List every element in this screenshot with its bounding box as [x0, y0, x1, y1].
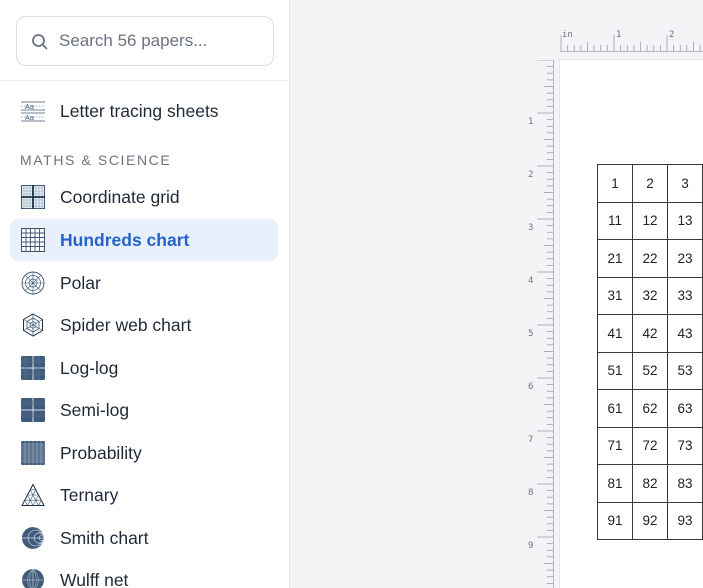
grid-cell: 72: [632, 426, 668, 465]
grid-cell: 71: [597, 426, 633, 465]
grid-cell: 33: [667, 276, 703, 315]
sidebar-item-smith-chart[interactable]: Smith chart: [10, 517, 278, 559]
ruler-v-label: 7: [528, 435, 533, 445]
hundreds-chart-icon: [21, 228, 45, 252]
grid-row: 41 42 43: [597, 314, 703, 353]
letter-tracing-icon: Aa Aa: [21, 101, 45, 122]
grid-cell: 91: [597, 501, 633, 540]
horizontal-ruler: in 1 2: [560, 30, 703, 52]
sidebar-item-wulff-net[interactable]: Wulff net: [10, 559, 278, 588]
grid-row: 51 52 53: [597, 351, 703, 390]
wulff-net-icon: [22, 568, 44, 588]
grid-row: 91 92 93: [597, 501, 703, 540]
coordinate-grid-icon: [21, 185, 45, 209]
ruler-h-label: 2: [669, 30, 674, 40]
grid-cell: 2: [632, 164, 668, 203]
sidebar-item-label: Log-log: [60, 358, 119, 378]
ruler-unit-label: in: [562, 30, 573, 40]
grid-cell: 73: [667, 426, 703, 465]
grid-cell: 92: [632, 501, 668, 540]
grid-cell: 53: [667, 351, 703, 390]
grid-cell: 13: [667, 201, 703, 240]
sidebar-item-semi-log[interactable]: Semi-log: [10, 389, 278, 431]
vertical-ruler: 1 2 3 4 5 6 7 8 9: [528, 60, 554, 588]
grid-cell: 83: [667, 464, 703, 503]
sidebar-item-label: Coordinate grid: [60, 187, 180, 207]
svg-text:Aa: Aa: [25, 114, 34, 122]
sidebar-item-label: Hundreds chart: [60, 230, 190, 250]
sidebar-item-spider-web-chart[interactable]: Spider web chart: [10, 304, 278, 346]
grid-cell: 62: [632, 389, 668, 428]
grid-row: 21 22 23: [597, 239, 703, 278]
ruler-v-label: 1: [528, 117, 533, 127]
ruler-v-label: 3: [528, 223, 533, 233]
ruler-v-label: 8: [528, 488, 533, 498]
grid-row: 61 62 63: [597, 389, 703, 428]
grid-cell: 22: [632, 239, 668, 278]
sidebar-item-label: Polar: [60, 273, 101, 293]
grid-row: 71 72 73: [597, 426, 703, 465]
search-icon: [32, 34, 48, 50]
semi-log-icon: [21, 398, 45, 422]
grid-cell: 43: [667, 314, 703, 353]
sidebar-item-hundreds-chart[interactable]: Hundreds chart: [10, 219, 278, 261]
grid-cell: 61: [597, 389, 633, 428]
ruler-v-label: 9: [528, 541, 533, 551]
grid-cell: 52: [632, 351, 668, 390]
grid-row: 81 82 83: [597, 464, 703, 503]
grid-cell: 51: [597, 351, 633, 390]
ternary-icon: [21, 483, 45, 506]
ruler-v-label: 5: [528, 329, 533, 339]
grid-cell: 32: [632, 276, 668, 315]
smith-chart-icon: [22, 526, 45, 550]
sidebar-item-label: Wulff net: [60, 570, 129, 588]
grid-cell: 93: [667, 501, 703, 540]
sidebar-item-label: Ternary: [60, 485, 119, 505]
grid-cell: 63: [667, 389, 703, 428]
sidebar-item-label: Spider web chart: [60, 315, 192, 335]
grid-cell: 41: [597, 314, 633, 353]
sidebar: Aa Aa Letter tracing sheets MATHS & SCIE…: [0, 0, 290, 588]
sidebar-item-label: Semi-log: [60, 400, 130, 420]
spider-web-icon: [23, 313, 43, 337]
polar-icon: [21, 271, 45, 295]
ruler-v-label: 6: [528, 382, 533, 392]
grid-cell: 3: [667, 164, 703, 203]
probability-icon: [21, 441, 45, 465]
sidebar-item-label: Smith chart: [60, 528, 149, 548]
ruler-v-label: 4: [528, 276, 533, 286]
ruler-v-label: 2: [528, 170, 533, 180]
sidebar-item-polar[interactable]: Polar: [10, 262, 278, 304]
grid-cell: 82: [632, 464, 668, 503]
sidebar-item-label: Letter tracing sheets: [60, 101, 219, 121]
sidebar-item-probability[interactable]: Probability: [10, 432, 278, 474]
grid-cell: 12: [632, 201, 668, 240]
sidebar-divider: [0, 80, 289, 81]
sidebar-item-ternary[interactable]: Ternary: [10, 474, 278, 516]
ruler-h-label: 1: [616, 30, 621, 40]
hundreds-chart-grid: 1 2 3 11 12 13 21 22 23 31 32 33 41 42 43 51 52 53 61 62 63 7…: [597, 164, 703, 540]
grid-row: 123: [597, 164, 703, 203]
grid-cell: 11: [597, 201, 633, 240]
section-heading-maths-science: MATHS & SCIENCE: [20, 152, 172, 168]
grid-row: 11 12 13: [597, 201, 703, 240]
grid-cell: 1: [597, 164, 633, 203]
sidebar-item-label: Probability: [60, 443, 142, 463]
grid-cell: 31: [597, 276, 633, 315]
svg-text:Aa: Aa: [25, 103, 34, 111]
sidebar-item-log-log[interactable]: Log-log: [10, 347, 278, 389]
log-log-icon: [21, 356, 45, 380]
sidebar-item-letter-tracing[interactable]: Aa Aa Letter tracing sheets: [10, 90, 278, 132]
grid-cell: 21: [597, 239, 633, 278]
grid-cell: 23: [667, 239, 703, 278]
grid-cell: 42: [632, 314, 668, 353]
grid-row: 31 32 33: [597, 276, 703, 315]
search-input[interactable]: [59, 17, 269, 65]
grid-cell: 81: [597, 464, 633, 503]
search-box[interactable]: [16, 16, 274, 66]
sidebar-item-coordinate-grid[interactable]: Coordinate grid: [10, 176, 278, 218]
preview-canvas: in 1 2 123456789 1 2 3 11 12 13 21 22 23 31 32 33 41…: [290, 0, 703, 588]
